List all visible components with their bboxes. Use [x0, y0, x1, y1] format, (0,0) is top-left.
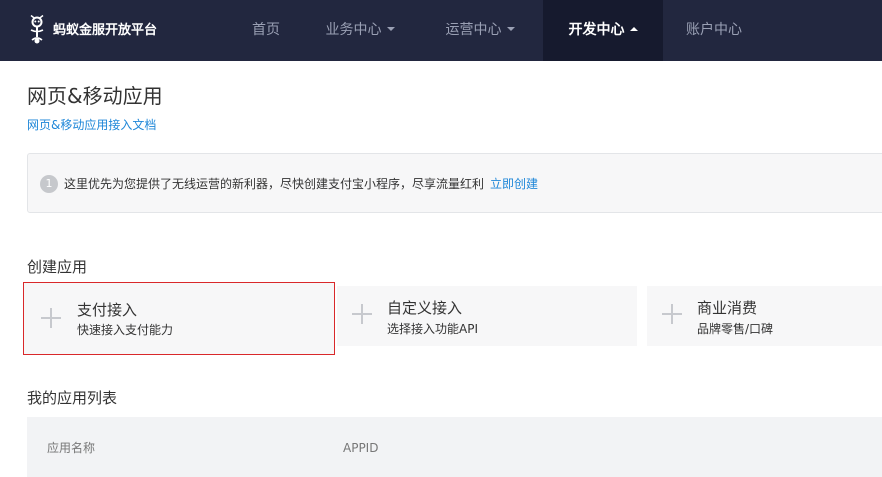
plus-icon	[662, 304, 682, 324]
notice-banner: 1 这里优先为您提供了无线运营的新利器，尽快创建支付宝小程序，尽享流量红利 立即创…	[27, 153, 882, 213]
notice-text-line: 这里优先为您提供了无线运营的新利器，尽快创建支付宝小程序，尽享流量红利 立即创建	[64, 175, 538, 193]
nav-home-label: 首页	[252, 22, 280, 38]
nav-operations-center[interactable]: 运营中心	[430, 0, 530, 61]
card-title: 商业消费	[697, 299, 758, 317]
notice-number-badge: 1	[40, 175, 58, 193]
brand-name[interactable]: 蚂蚁金服开放平台	[53, 21, 157, 41]
nav-developer-center-label: 开发中心	[568, 22, 625, 38]
create-app-heading: 创建应用	[27, 258, 88, 276]
card-description: 品牌零售/口碑	[697, 322, 774, 336]
commerce-card[interactable]: 商业消费 品牌零售/口碑	[647, 286, 882, 346]
caret-up-icon	[629, 27, 638, 31]
page-title: 网页&移动应用	[27, 84, 163, 108]
card-description: 选择接入功能API	[387, 322, 478, 336]
ant-logo-icon[interactable]	[27, 15, 47, 45]
nav-home[interactable]: 首页	[236, 0, 296, 61]
plus-icon	[352, 304, 372, 324]
nav-business-center[interactable]: 业务中心	[310, 0, 410, 61]
column-header-appid: APPID	[343, 441, 379, 455]
caret-down-icon	[506, 27, 515, 31]
app-list-heading: 我的应用列表	[27, 389, 118, 407]
card-title: 支付接入	[77, 301, 138, 319]
nav-account-center-label: 账户中心	[686, 22, 742, 38]
nav-account-center[interactable]: 账户中心	[672, 0, 756, 61]
nav-operations-center-label: 运营中心	[445, 22, 502, 38]
doc-link[interactable]: 网页&移动应用接入文档	[27, 117, 156, 133]
top-navbar: 蚂蚁金服开放平台 首页 业务中心 运营中心 开发中心 账户中心	[0, 0, 882, 61]
nav-developer-center[interactable]: 开发中心	[543, 0, 663, 61]
payment-access-card[interactable]: 支付接入 快速接入支付能力	[23, 282, 335, 355]
create-now-link[interactable]: 立即创建	[490, 177, 538, 191]
card-title: 自定义接入	[387, 299, 463, 317]
notice-message: 这里优先为您提供了无线运营的新利器，尽快创建支付宝小程序，尽享流量红利	[64, 177, 485, 191]
card-description: 快速接入支付能力	[77, 323, 174, 337]
app-table-header: 应用名称 APPID	[27, 417, 882, 477]
nav-business-center-label: 业务中心	[325, 22, 382, 38]
column-header-app-name: 应用名称	[47, 441, 96, 455]
caret-down-icon	[386, 27, 395, 31]
plus-icon	[41, 308, 61, 328]
custom-access-card[interactable]: 自定义接入 选择接入功能API	[337, 286, 637, 346]
